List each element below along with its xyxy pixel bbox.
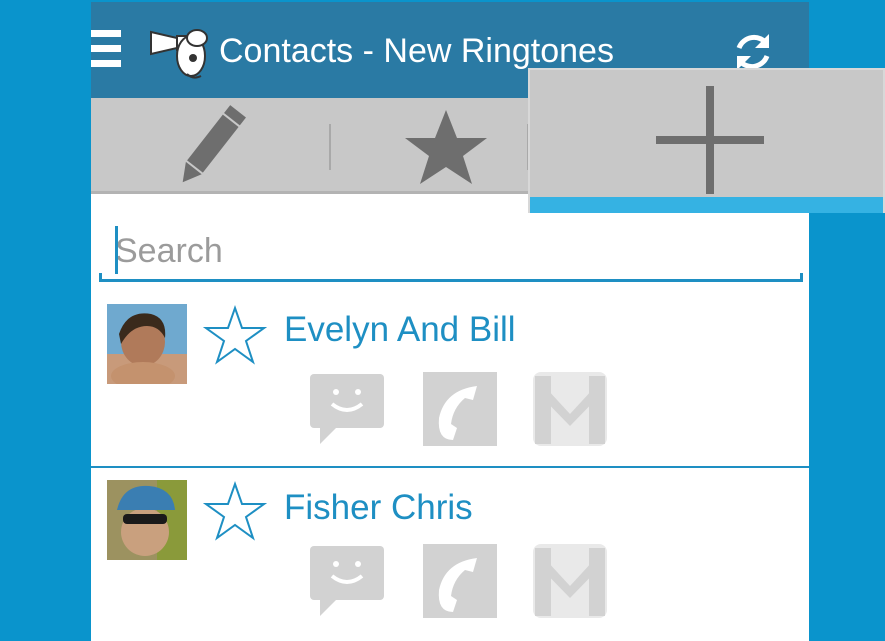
search-field[interactable] [99,220,803,282]
add-contact-tab[interactable] [528,68,885,213]
phone-icon[interactable] [419,540,501,622]
contact-row[interactable]: Fisher Chris [91,466,809,641]
favorite-star-icon[interactable] [203,304,267,368]
favorite-star-icon[interactable] [203,480,267,544]
text-cursor [115,226,118,274]
hamburger-menu-icon[interactable] [91,30,123,76]
phone-icon[interactable] [419,368,501,450]
pencil-icon[interactable] [151,98,271,194]
gmail-icon[interactable] [529,540,611,622]
sms-icon[interactable] [306,368,388,450]
plus-icon[interactable] [656,86,764,194]
selected-tab-indicator [530,197,883,213]
search-input[interactable] [115,228,775,274]
contact-photo [107,304,187,384]
toolbar-divider [329,124,331,170]
contact-name[interactable]: Fisher Chris [284,488,473,528]
contact-photo [107,480,187,560]
star-icon[interactable] [381,98,511,194]
contact-name[interactable]: Evelyn And Bill [284,310,516,350]
app-title: Contacts - New Ringtones [219,32,614,70]
megaphone-logo-icon[interactable] [147,18,213,84]
sms-icon[interactable] [306,540,388,622]
contact-row[interactable]: Evelyn And Bill [91,292,809,468]
search-underline [99,273,803,282]
gmail-icon[interactable] [529,368,611,450]
